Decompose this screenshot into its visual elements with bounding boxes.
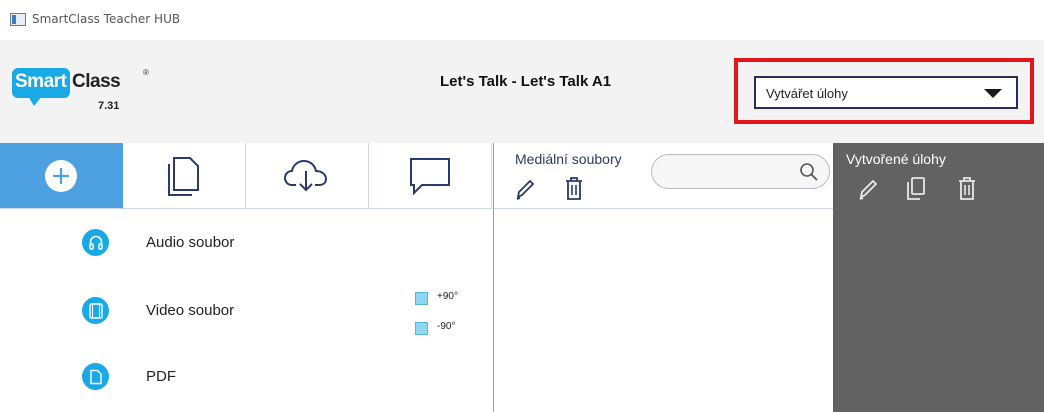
created-panel-title: Vytvořené úlohy	[846, 151, 946, 167]
download-button[interactable]	[246, 143, 369, 209]
app-version: 7.31	[98, 100, 120, 112]
app-header: Smart Class ® 7.31 Let's Talk - Let's Ta…	[0, 40, 1044, 143]
list-item-audio[interactable]: Audio soubor	[0, 222, 380, 262]
rotate-minus-label: -90°	[437, 321, 456, 332]
logo-class-text: Class	[72, 71, 121, 92]
edit-icon[interactable]	[857, 177, 879, 201]
document-icon	[168, 156, 199, 196]
copy-icon[interactable]	[905, 176, 927, 202]
list-item-label: PDF	[146, 368, 176, 385]
add-icon	[45, 159, 77, 192]
rotate-plus-90-option[interactable]: +90°	[415, 290, 485, 306]
search-icon[interactable]	[799, 162, 819, 182]
logo-smart-text: Smart	[15, 71, 67, 92]
list-item-label: Audio soubor	[146, 234, 235, 251]
media-files-panel: Mediální soubory	[493, 143, 834, 412]
window-titlebar: SmartClass Teacher HUB	[0, 0, 1044, 40]
trash-icon[interactable]	[957, 176, 977, 202]
mode-select-value: Vytvářet úlohy	[766, 86, 848, 101]
rotate-minus-checkbox	[415, 322, 428, 335]
file-type-list: Audio soubor Video soubor PDF +90° -90°	[0, 209, 493, 412]
rotate-plus-checkbox	[415, 292, 428, 305]
messages-button[interactable]	[369, 143, 492, 209]
created-tasks-panel: Vytvořené úlohy	[833, 143, 1044, 412]
headphones-icon	[82, 229, 109, 256]
documents-button[interactable]	[123, 143, 246, 209]
cloud-download-icon	[283, 159, 328, 191]
file-icon	[82, 363, 109, 390]
mode-select[interactable]: Vytvářet úlohy	[754, 76, 1018, 109]
window-title: SmartClass Teacher HUB	[32, 12, 181, 26]
smartclass-logo: Smart Class ® 7.31	[12, 68, 162, 118]
media-panel-header: Mediální soubory	[494, 143, 834, 209]
list-item-label: Video soubor	[146, 302, 235, 319]
page-title: Let's Talk - Let's Talk A1	[440, 73, 612, 90]
list-item-pdf[interactable]: PDF	[0, 356, 380, 396]
media-panel-title: Mediální soubory	[515, 151, 622, 167]
main-toolbar	[0, 143, 493, 209]
list-item-video[interactable]: Video soubor	[0, 290, 380, 330]
rotate-plus-label: +90°	[437, 291, 458, 302]
media-search	[651, 154, 830, 189]
film-icon	[82, 297, 109, 324]
edit-icon[interactable]	[514, 177, 536, 201]
logo-registered-mark: ®	[143, 68, 149, 77]
rotate-minus-90-option[interactable]: -90°	[415, 320, 485, 336]
search-input[interactable]	[666, 161, 786, 183]
app-icon	[10, 13, 26, 26]
add-button[interactable]	[0, 143, 123, 209]
chevron-down-icon	[984, 89, 1002, 98]
chat-icon	[410, 157, 450, 195]
trash-icon[interactable]	[564, 176, 584, 202]
